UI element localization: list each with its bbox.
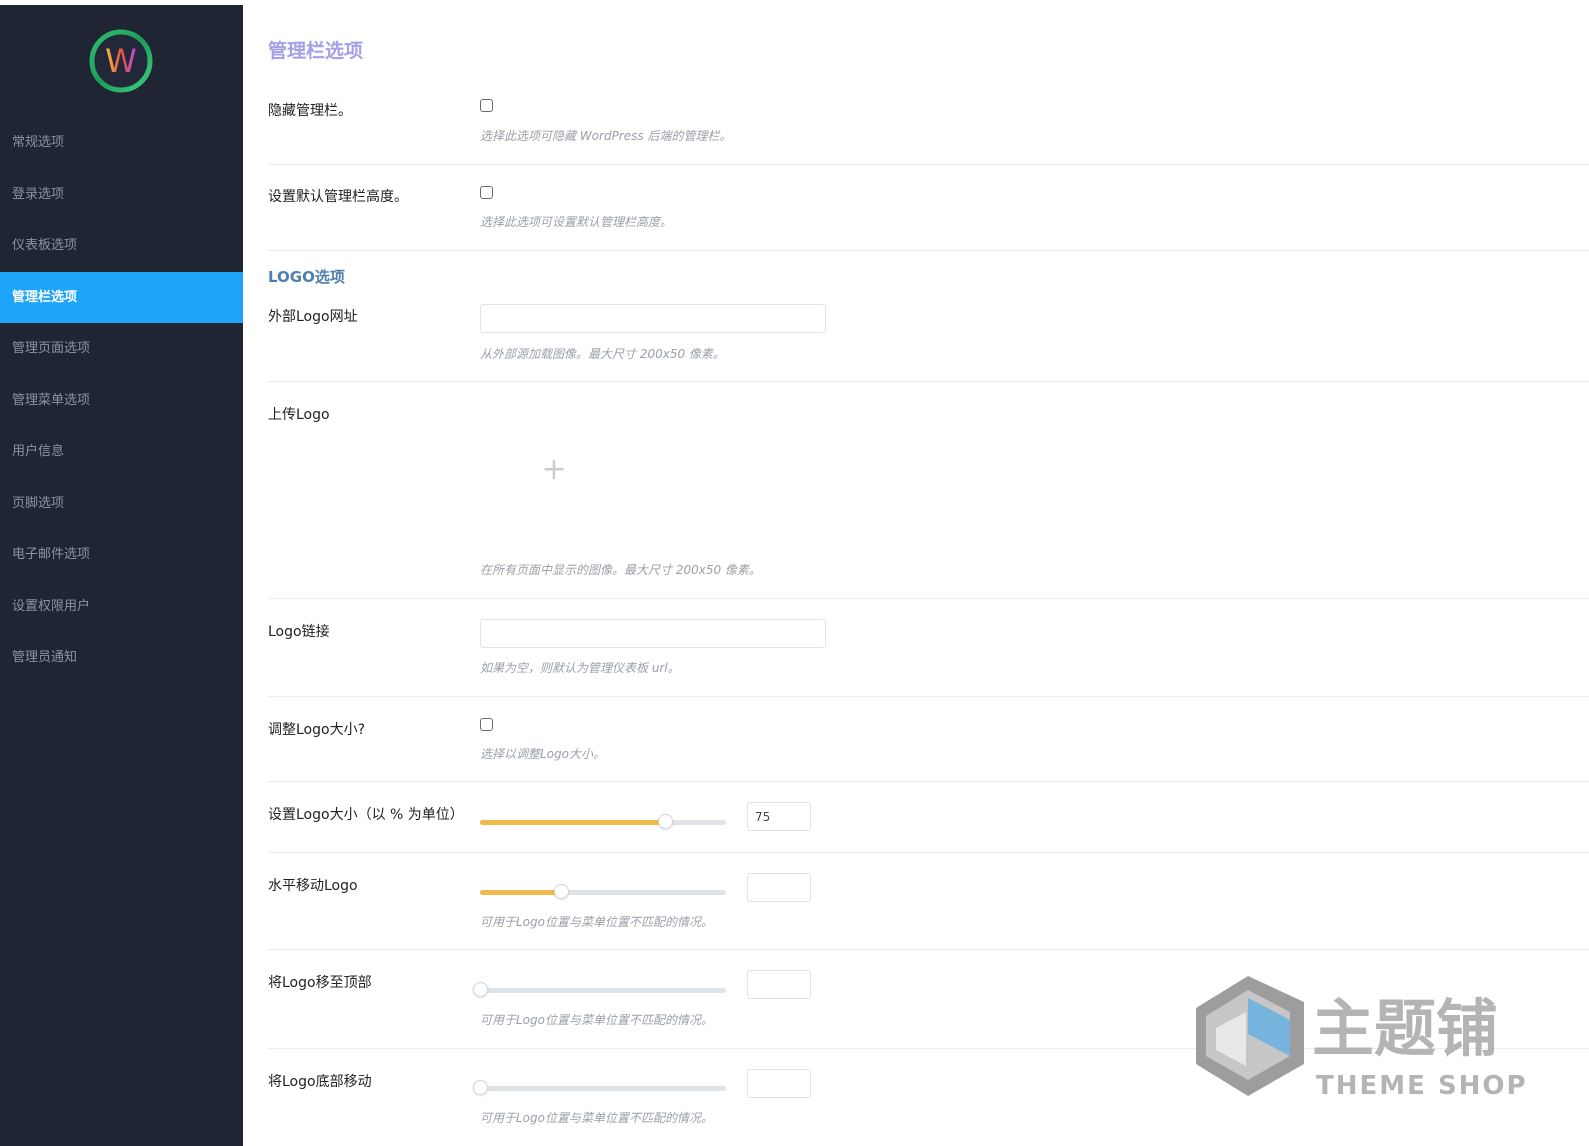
slider-fill	[480, 820, 665, 825]
sidebar-menu: 常规选项 登录选项 仪表板选项 管理栏选项 管理页面选项 管理菜单选项 用户信息…	[0, 117, 243, 684]
move-horizontal-slider[interactable]	[480, 884, 726, 899]
default-height-label: 设置默认管理栏高度。	[268, 189, 408, 205]
sidebar-item-dashboard[interactable]: 仪表板选项	[0, 220, 243, 272]
move-horizontal-input[interactable]	[747, 873, 811, 902]
move-bottom-slider[interactable]	[473, 1080, 726, 1095]
divider	[268, 696, 1589, 697]
watermark-sub: THEME SHOP	[1316, 1071, 1528, 1101]
slider-fill	[480, 890, 562, 895]
logo-size-label: 设置Logo大小（以 % 为单位）	[268, 807, 464, 823]
move-horizontal-label: 水平移动Logo	[268, 878, 358, 894]
divider	[268, 852, 1589, 853]
resize-logo-help: 选择以调整Logo大小。	[480, 747, 605, 761]
sidebar-item-general[interactable]: 常规选项	[0, 117, 243, 169]
watermark-emblem-icon	[1196, 976, 1304, 1096]
divider	[268, 381, 1589, 382]
sidebar-item-footer[interactable]: 页脚选项	[0, 478, 243, 530]
hide-admin-bar-help: 选择此选项可隐藏 WordPress 后端的管理栏。	[480, 129, 732, 143]
sidebar-item-permissions[interactable]: 设置权限用户	[0, 581, 243, 633]
default-height-help: 选择此选项可设置默认管理栏高度。	[480, 215, 673, 229]
slider-thumb[interactable]	[554, 884, 570, 899]
sidebar-item-admin-notice[interactable]: 管理员通知	[0, 632, 243, 684]
logo-size-slider[interactable]	[480, 814, 726, 829]
sidebar-item-login[interactable]: 登录选项	[0, 169, 243, 221]
slider-thumb[interactable]	[473, 1080, 488, 1095]
slider-thumb[interactable]	[657, 814, 673, 829]
sidebar-item-email[interactable]: 电子邮件选项	[0, 529, 243, 581]
upload-logo-label: 上传Logo	[268, 407, 330, 423]
logo-letter: W	[105, 42, 137, 80]
move-top-input[interactable]	[747, 970, 811, 999]
hide-admin-bar-label: 隐藏管理栏。	[268, 103, 352, 119]
upload-plus-icon[interactable]: +	[539, 455, 569, 485]
hide-admin-bar-checkbox[interactable]	[480, 99, 493, 112]
external-logo-url-label: 外部Logo网址	[268, 309, 358, 325]
logo-link-help: 如果为空，则默认为管理仪表板 url。	[480, 661, 680, 675]
move-top-help: 可用于Logo位置与菜单位置不匹配的情况。	[480, 1013, 713, 1027]
slider-thumb[interactable]	[473, 982, 488, 997]
move-bottom-label: 将Logo底部移动	[268, 1074, 372, 1090]
logo-section-title: LOGO选项	[268, 268, 345, 286]
app-logo[interactable]: W	[88, 28, 154, 94]
external-logo-url-help: 从外部源加载图像。最大尺寸 200x50 像素。	[480, 347, 725, 361]
watermark-brand: 主题铺	[1312, 992, 1498, 1065]
watermark: 主题铺 THEME SHOP	[1186, 968, 1546, 1104]
logo-link-label: Logo链接	[268, 624, 330, 640]
sidebar-item-admin-menu[interactable]: 管理菜单选项	[0, 375, 243, 427]
resize-logo-label: 调整Logo大小?	[268, 722, 366, 738]
external-logo-url-input[interactable]	[480, 304, 826, 333]
divider	[268, 949, 1589, 950]
divider	[268, 781, 1589, 782]
sidebar-item-admin-pages[interactable]: 管理页面选项	[0, 323, 243, 375]
page-title: 管理栏选项	[268, 40, 364, 62]
divider	[268, 598, 1589, 599]
resize-logo-checkbox[interactable]	[480, 718, 493, 731]
logo-size-input[interactable]	[747, 802, 811, 831]
move-horizontal-help: 可用于Logo位置与菜单位置不匹配的情况。	[480, 915, 713, 929]
move-top-label: 将Logo移至顶部	[268, 975, 372, 991]
move-top-slider[interactable]	[473, 982, 726, 997]
divider	[268, 164, 1589, 165]
divider	[268, 250, 1589, 251]
upload-logo-help: 在所有页面中显示的图像。最大尺寸 200x50 像素。	[480, 563, 761, 577]
move-bottom-input[interactable]	[747, 1069, 811, 1098]
default-height-checkbox[interactable]	[480, 186, 493, 199]
sidebar-item-admin-bar[interactable]: 管理栏选项	[0, 271, 243, 323]
sidebar-item-user-info[interactable]: 用户信息	[0, 426, 243, 478]
move-bottom-help: 可用于Logo位置与菜单位置不匹配的情况。	[480, 1111, 713, 1125]
logo-link-input[interactable]	[480, 619, 826, 648]
sidebar: W 常规选项 登录选项 仪表板选项 管理栏选项 管理页面选项 管理菜单选项 用户…	[0, 5, 243, 1146]
